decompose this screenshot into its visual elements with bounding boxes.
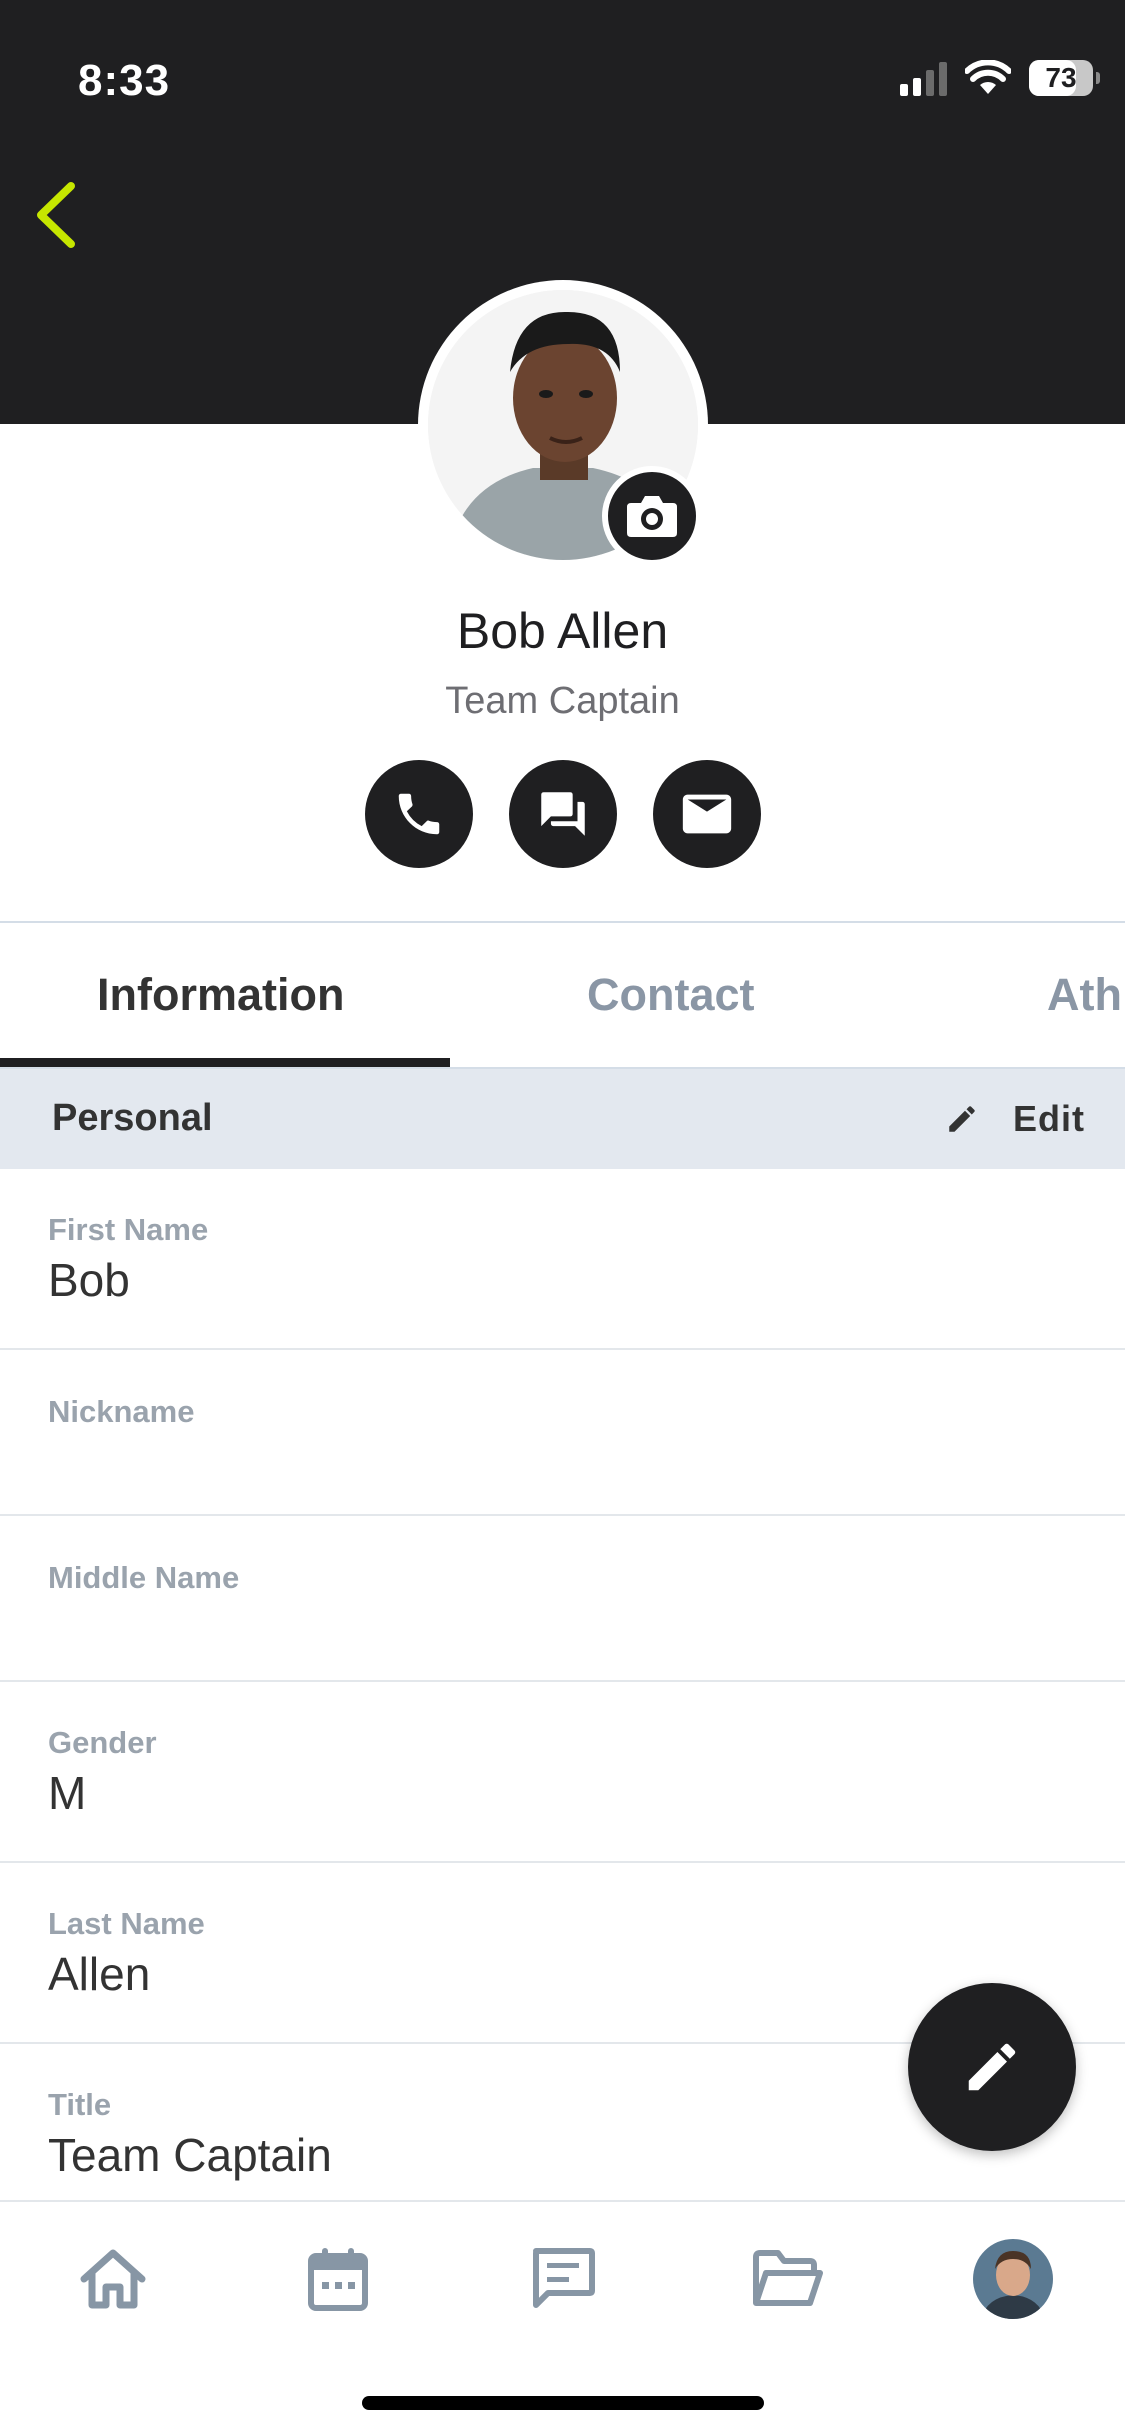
nav-messages[interactable] [518, 2234, 608, 2324]
pencil-icon [968, 2043, 1016, 2091]
wifi-icon [965, 60, 1011, 94]
tab-information[interactable]: Information [97, 969, 344, 1021]
field-value: Team Captain [48, 2129, 332, 2181]
profile-avatar [973, 2239, 1053, 2319]
home-icon [80, 2249, 146, 2309]
field-label: Last Name [48, 1906, 205, 1941]
edit-button[interactable]: Edit [945, 1091, 1085, 1147]
message-icon [533, 2248, 595, 2308]
status-time: 8:33 [78, 56, 171, 105]
field-gender[interactable]: Gender M [0, 1682, 1125, 1863]
profile-name: Bob Allen [456, 603, 669, 659]
battery-level: 73 [1045, 62, 1077, 93]
tab-active-indicator [0, 1058, 450, 1067]
email-button[interactable] [653, 760, 761, 868]
call-button[interactable] [365, 760, 473, 868]
status-icons: 73 [900, 60, 1100, 96]
calendar-icon [308, 2248, 368, 2311]
folder-icon [753, 2250, 823, 2306]
battery-icon: 73 [1029, 60, 1100, 96]
field-label: Gender [48, 1725, 157, 1760]
message-button[interactable] [509, 760, 617, 868]
tab-bar: Information Contact Ath [0, 923, 1125, 1067]
section-title: Personal [52, 1097, 213, 1139]
camera-icon [627, 496, 677, 537]
field-label: Title [48, 2087, 112, 2122]
back-button[interactable] [20, 180, 90, 250]
signal-icon [900, 60, 947, 96]
home-indicator [362, 2396, 764, 2410]
edit-label: Edit [1013, 1098, 1085, 1139]
change-photo-button[interactable] [602, 466, 702, 566]
nav-files[interactable] [743, 2234, 833, 2324]
field-middle-name[interactable]: Middle Name [0, 1516, 1125, 1682]
field-label: Middle Name [48, 1560, 240, 1595]
pencil-icon [949, 1106, 975, 1132]
phone-icon [398, 793, 440, 835]
field-label: Nickname [48, 1394, 195, 1429]
tab-contact[interactable]: Contact [587, 969, 755, 1021]
chat-icon [541, 792, 585, 836]
chevron-left-icon [37, 182, 75, 248]
section-header: Personal Edit [0, 1069, 1125, 1169]
field-nickname[interactable]: Nickname [0, 1350, 1125, 1516]
mail-icon [682, 794, 732, 834]
tab-athlete[interactable]: Ath [1047, 969, 1122, 1021]
field-value: Bob [48, 1254, 130, 1306]
field-first-name[interactable]: First Name Bob [0, 1169, 1125, 1350]
nav-home[interactable] [68, 2234, 158, 2324]
field-value: Allen [48, 1948, 151, 2000]
nav-calendar[interactable] [293, 2234, 383, 2324]
nav-profile[interactable] [968, 2234, 1058, 2324]
edit-fab[interactable] [908, 1983, 1076, 2151]
profile-title: Team Captain [445, 680, 680, 722]
field-label: First Name [48, 1212, 209, 1247]
field-value: M [48, 1767, 87, 1819]
